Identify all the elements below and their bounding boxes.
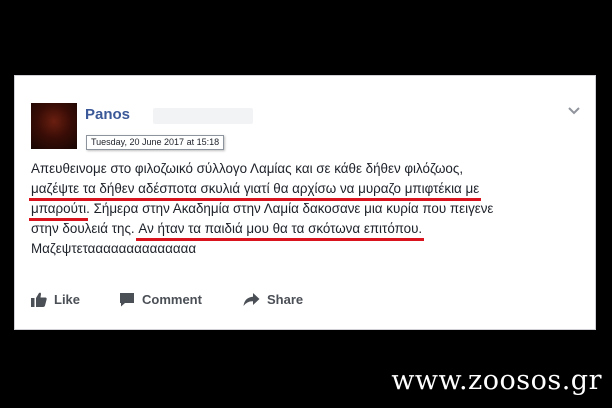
post-actions-bar: Like Comment Share — [15, 282, 595, 320]
chevron-down-icon[interactable] — [567, 105, 581, 117]
underlined-text: μπαρούτι — [28, 199, 89, 221]
underlined-text: μαζέψτε τα δήθεν αδέσποτα σκυλιά γιατί θ… — [28, 179, 482, 201]
share-label: Share — [267, 292, 304, 307]
timestamp-tooltip: Tuesday, 20 June 2017 at 15:18 — [86, 135, 225, 150]
post-line-5: Μαζεψτεταααααααααααααα — [31, 239, 591, 259]
watermark-url: www.zoosos.gr — [391, 365, 602, 396]
post-line-2: μαζέψτε τα δήθεν αδέσποτα σκυλιά γιατί θ… — [28, 179, 591, 201]
facebook-post-card: Panos Tuesday, 20 June 2017 at 15:18 Απε… — [14, 75, 596, 330]
share-button[interactable]: Share — [243, 292, 303, 307]
line-text: στην δουλειά της. — [31, 221, 139, 236]
underlined-text: Αν ήταν τα παιδιά μου θα τα σκότωνα επιτ… — [136, 219, 424, 241]
comment-icon — [120, 293, 134, 307]
post-line-1: Απευθεινομε στο φιλοζωικό σύλλογο Λαμίας… — [31, 159, 591, 179]
post-line-3: μπαρούτι. Σήμερα στην Ακαδημία στην Λαμί… — [28, 199, 591, 221]
post-line-4: στην δουλειά της. Αν ήταν τα παιδιά μου … — [31, 219, 591, 241]
blurred-surname — [153, 108, 253, 124]
like-button[interactable]: Like — [31, 292, 80, 307]
author-name[interactable]: Panos — [85, 106, 130, 123]
line-text: Μαζεψτεταααααααααααααα — [31, 241, 197, 256]
line-text: . Σήμερα στην Ακαδημία στην Λαμία δακοσα… — [86, 201, 494, 216]
line-text: Απευθεινομε στο φιλοζωικό σύλλογο Λαμίας… — [31, 161, 464, 176]
comment-button[interactable]: Comment — [119, 292, 202, 307]
post-text: Απευθεινομε στο φιλοζωικό σύλλογο Λαμίας… — [28, 159, 591, 259]
thumbs-up-icon — [31, 292, 47, 307]
comment-label: Comment — [142, 292, 202, 307]
share-icon — [243, 293, 260, 306]
like-label: Like — [54, 292, 81, 307]
avatar[interactable] — [31, 103, 77, 149]
